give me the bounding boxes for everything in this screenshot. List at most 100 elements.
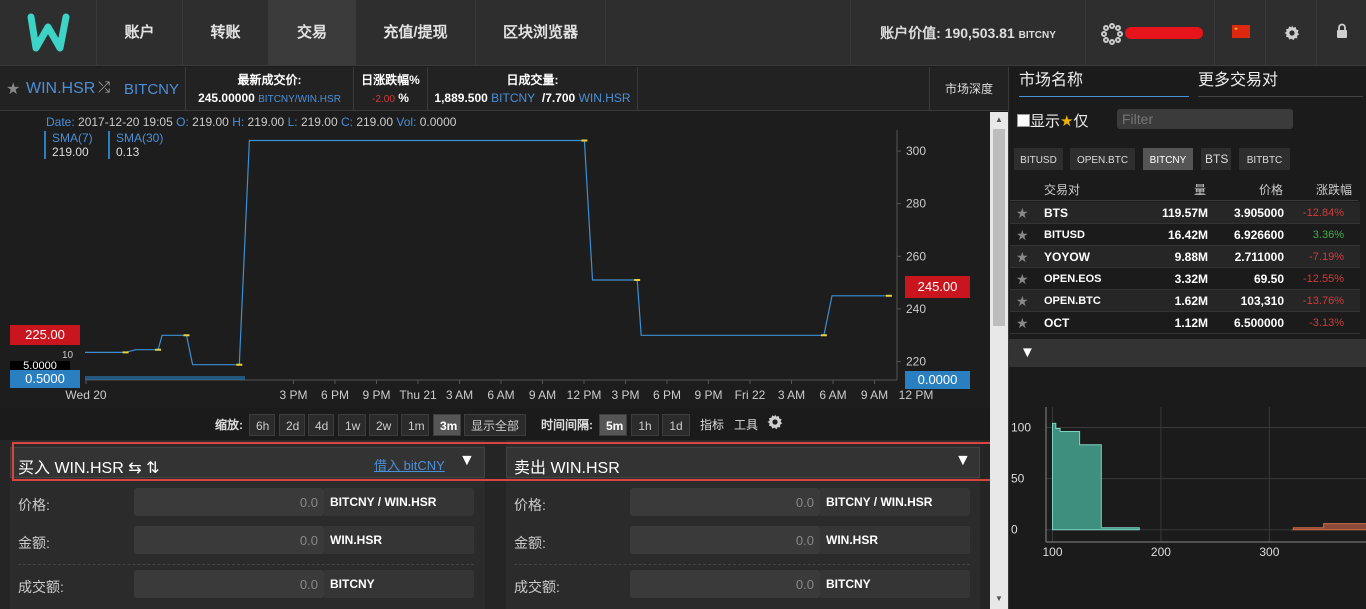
sma30-legend: SMA(30) 0.13 [108,131,163,159]
tools-button[interactable]: 工具 [734,416,758,433]
favorite-star-icon[interactable]: ★ [1016,290,1029,312]
tab-bitusd[interactable]: BITUSD [1014,148,1063,170]
markets-table: ★ BTS 119.57M 3.905000 -12.84% ★ BITUSD 16.42M 6… [1010,202,1360,334]
col-volume[interactable]: 量 [1194,181,1206,198]
market-row[interactable]: ★ OPEN.EOS 3.32M 69.50 -12.55% [1010,268,1360,290]
zoom-2w-button[interactable]: 2w [369,414,398,436]
zoom-label: 缩放: [215,418,243,432]
star-icon[interactable]: ★ [6,79,20,99]
trade-forms: 买入 WIN.HSR ⇆ ⇅ 借入 bitCNY ▼ 价格: 0.0 BITCN… [0,440,990,609]
zoom-3m-button[interactable]: 3m [433,414,461,436]
nav-item-exchange[interactable]: 交易 [269,0,356,66]
zoom-6h-button[interactable]: 6h [249,414,275,436]
account-selector[interactable] [1087,0,1215,66]
sell-collapse-icon[interactable]: ▼ [955,452,971,470]
logo[interactable] [0,0,97,66]
interval-5m-button[interactable]: 5m [599,414,627,436]
x-tick-label: Wed 20 [65,388,106,402]
zoom-all-button[interactable]: 显示全部 [464,414,526,436]
chart-settings-gear-icon[interactable] [767,414,783,430]
daily-change: 日涨跌幅% -2.00 % [354,67,428,110]
market-row[interactable]: ★ BTS 119.57M 3.905000 -12.84% [1010,202,1360,224]
vertical-scrollbar[interactable]: ▲ ▼ [990,112,1008,609]
buy-price-input[interactable]: 0.0 [134,488,324,516]
favorite-star-icon[interactable]: ★ [1016,202,1029,224]
pair-base[interactable]: WIN.HSR [26,80,95,98]
favorite-star-icon[interactable]: ★ [1016,268,1029,290]
favorite-star-icon[interactable]: ★ [1016,246,1029,268]
market-change: -13.76% [1303,295,1344,307]
market-pair-name: OPEN.EOS [1044,273,1102,285]
tab-open-btc[interactable]: OPEN.BTC [1070,148,1135,170]
ohlc-info: Date: 2017-12-20 19:05 O: 219.00 H: 219.… [46,115,457,129]
buy-header[interactable]: 买入 WIN.HSR ⇆ ⇅ 借入 bitCNY ▼ [10,447,485,478]
scroll-down-arrow-icon[interactable]: ▼ [995,594,1003,603]
market-pair-name: YOYOW [1044,250,1091,264]
buy-collapse-icon[interactable]: ▼ [459,452,475,470]
filter-input[interactable] [1117,109,1293,129]
buy-divider [18,564,474,565]
depth-x-tick: 300 [1259,545,1279,559]
interval-1d-button[interactable]: 1d [662,414,690,436]
scroll-up-arrow-icon[interactable]: ▲ [995,115,1003,124]
zoom-4d-button[interactable]: 4d [308,414,334,436]
tab-bts[interactable]: BTS [1201,148,1231,170]
tab-bitbtc[interactable]: BITBTC [1239,148,1290,170]
sell-total-label: 成交额: [514,579,560,595]
starred-checkbox[interactable] [1017,114,1030,127]
market-row[interactable]: ★ BITUSD 16.42M 6.926600 3.36% [1010,224,1360,246]
gear-icon [1284,25,1300,41]
x-tick-label: 9 AM [529,388,556,402]
borrow-link[interactable]: 借入 bitCNY [374,455,445,474]
nav-item-transfer[interactable]: 转账 [183,0,269,66]
indicators-button[interactable]: 指标 [700,416,724,433]
buy-amount-input[interactable]: 0.0 [134,526,324,554]
pair-quote[interactable]: BITCNY [124,81,179,98]
zoom-1w-button[interactable]: 1w [338,414,366,436]
interval-1h-button[interactable]: 1h [631,414,659,436]
sma7-series-line [85,139,889,366]
x-tick-label: Fri 22 [735,388,766,402]
swap-arrows-icon[interactable]: ⇆ ⇅ [128,460,159,477]
market-row[interactable]: ★ OCT 1.12M 6.500000 -3.13% [1010,312,1360,334]
sell-price-input[interactable]: 0.0 [630,488,820,516]
col-change[interactable]: 涨跌幅 [1316,181,1352,198]
settings-button[interactable] [1267,0,1317,66]
sell-total-row: 成交额: 0.0 BITCNY [506,570,980,600]
col-price[interactable]: 价格 [1259,181,1283,198]
sell-header[interactable]: 卖出 WIN.HSR ▼ [506,447,980,478]
sell-amount-input[interactable]: 0.0 [630,526,820,554]
market-row[interactable]: ★ YOYOW 9.88M 2.711000 -7.19% [1010,246,1360,268]
tab-market-name[interactable]: 市场名称 [1019,67,1189,97]
buy-total-label: 成交额: [18,579,64,595]
lock-button[interactable] [1317,0,1366,66]
depth-y-tick: 100 [1011,420,1031,434]
market-price: 3.905000 [1233,206,1284,220]
nav-item-deposit-withdraw[interactable]: 充值/提现 [356,0,476,66]
market-row[interactable]: ★ OPEN.BTC 1.62M 103,310 -13.76% [1010,290,1360,312]
zoom-1m-button[interactable]: 1m [401,414,429,436]
swap-icon[interactable]: ⤮ [98,79,110,96]
collapse-arrow-icon[interactable]: ▼ [1020,344,1035,361]
market-depth-toggle[interactable]: 市场深度 [929,67,1008,110]
scroll-thumb[interactable] [993,129,1005,326]
asks-area [1291,523,1366,531]
tab-more-pairs[interactable]: 更多交易对 [1198,67,1363,97]
zoom-2d-button[interactable]: 2d [279,414,305,436]
col-pair[interactable]: 交易对 [1044,181,1080,198]
tab-bitcny[interactable]: BITCNY [1143,148,1193,170]
show-starred-only[interactable]: 显示★仅 [1017,110,1088,131]
language-selector[interactable] [1216,0,1266,66]
x-tick-label: 9 AM [861,388,888,402]
buy-total-input[interactable]: 0.0 [134,570,324,598]
account-avatar-icon [1101,23,1123,45]
market-header: ★ WIN.HSR ⤮ BITCNY 最新成交价: 245.00000 BITC… [0,67,1008,111]
depth-collapse-bar[interactable]: ▼ [1009,339,1366,367]
favorite-star-icon[interactable]: ★ [1016,224,1029,246]
market-change: 3.36% [1312,229,1344,241]
x-tick-label: Thu 21 [399,388,437,402]
favorite-star-icon[interactable]: ★ [1016,312,1029,334]
sell-total-input[interactable]: 0.0 [630,570,820,598]
nav-item-explorer[interactable]: 区块浏览器 [476,0,606,66]
nav-item-account[interactable]: 账户 [97,0,183,66]
